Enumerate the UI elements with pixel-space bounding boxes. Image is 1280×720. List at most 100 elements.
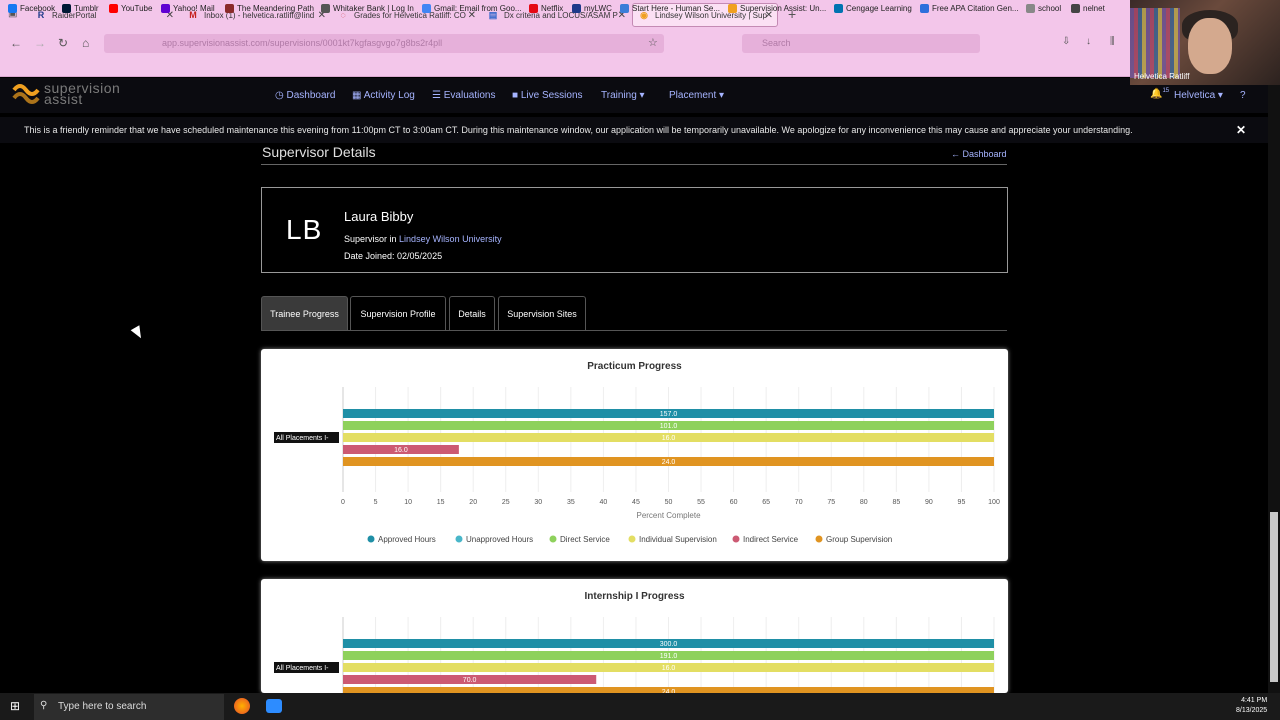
library-icon[interactable]: ⫼ [1110,36,1115,47]
bookmark-item[interactable]: Tumblr [62,4,99,13]
x-tick-label: 85 [892,499,900,506]
url-input[interactable]: app.supervisionassist.com/supervisions/0… [104,34,664,53]
bookmark-item[interactable]: myLWC [572,4,612,13]
nav-training[interactable]: Training ▾ [601,90,645,101]
bar-data-label: 16.0 [394,447,408,454]
supervisor-name: Laura Bibby [344,209,414,224]
legend-marker [455,535,463,543]
bookmark-item[interactable]: Yahoo! Mail [161,4,215,13]
nav-dashboard[interactable]: ◷ Dashboard [275,90,335,101]
divider [261,330,1007,331]
legend-marker [628,535,636,543]
bar-data-label: 24.0 [662,459,676,466]
bookmarks-bar [0,57,1280,77]
x-tick-label: 55 [697,499,705,506]
browser-search-input[interactable]: Search [742,34,980,53]
tab-details[interactable]: Details [449,296,495,331]
webcam-overlay: Helvetica Ratliff [1130,0,1280,85]
bookmark-icon [529,4,538,13]
firefox-icon[interactable] [234,698,250,714]
bookmark-item[interactable]: Free APA Citation Gen... [920,4,1019,13]
taskbar-clock[interactable]: 4:41 PM 8/13/2025 [1236,696,1267,716]
x-tick-label: 70 [795,499,803,506]
taskbar-search-input[interactable]: Type here to search [34,694,224,720]
bookmark-item[interactable]: Gmail: Email from Goo... [422,4,522,13]
legend-label: Direct Service [560,535,610,544]
scrollbar-thumb[interactable] [1270,512,1278,682]
bookmark-icon [920,4,929,13]
bookmark-item[interactable]: Facebook [8,4,55,13]
back-arrow-icon[interactable]: ← [10,36,22,50]
legend-marker [732,535,740,543]
x-tick-label: 75 [827,499,835,506]
dashboard-icon: ◷ [275,90,287,101]
bookmark-folder[interactable]: school [1026,4,1061,13]
x-tick-label: 40 [600,499,608,506]
avatar: LB [286,214,323,245]
x-tick-label: 15 [437,499,445,506]
legend-label: Individual Supervision [639,535,717,544]
bookmark-item[interactable]: Cengage Learning [834,4,912,13]
bookmark-item[interactable]: Whitaker Bank | Log In [321,4,414,13]
download-icon[interactable]: ↓ [1086,36,1091,47]
bookmark-item[interactable]: nelnet [1071,4,1105,13]
forward-arrow-icon[interactable]: → [34,36,46,50]
bookmark-item[interactable]: Netflix [529,4,563,13]
university-link[interactable]: Lindsey Wilson University [399,234,502,244]
bookmark-icon [1071,4,1080,13]
reload-icon[interactable]: ↻ [58,36,68,50]
bookmark-star-icon[interactable]: ☆ [648,36,658,49]
x-tick-label: 30 [534,499,542,506]
app-logo[interactable]: supervision assist [12,81,120,106]
bookmark-icon [572,4,581,13]
practicum-progress-card: Practicum Progress 157.0 101.0 16.0 16.0 24.… [261,349,1008,561]
close-icon[interactable]: ✕ [1236,123,1246,137]
list-icon: ☰ [432,90,444,101]
bookmark-item[interactable]: YouTube [109,4,152,13]
bar-data-label: 101.0 [660,423,678,430]
nav-live-sessions[interactable]: ■ Live Sessions [512,90,583,101]
logo-mark-icon [12,84,40,104]
x-tick-label: 100 [988,499,1000,506]
search-icon: ⚲ [40,700,48,711]
help-icon[interactable]: ? [1240,90,1246,101]
bookmark-item[interactable]: The Meandering Path [225,4,314,13]
category-label: All Placements I- [276,665,329,672]
bookmark-icon [321,4,330,13]
internship-progress-card: Internship I Progress 300.0 191.0 16.0 70.0… [261,579,1008,693]
bookmark-icon [422,4,431,13]
legend-marker [815,535,823,543]
page-title: Supervisor Details [262,144,376,160]
x-tick-label: 50 [665,499,673,506]
x-tick-label: 20 [469,499,477,506]
user-menu[interactable]: Helvetica ▾ [1174,90,1223,101]
maintenance-banner: This is a friendly reminder that we have… [0,117,1268,143]
nav-activity-log[interactable]: ▦ Activity Log [352,90,415,101]
bookmark-item[interactable]: Start Here - Human Se... [620,4,720,13]
x-tick-label: 45 [632,499,640,506]
video-icon: ■ [512,90,521,101]
nav-evaluations[interactable]: ☰ Evaluations [432,90,495,101]
back-to-dashboard-link[interactable]: ← Dashboard [951,149,1007,159]
windows-start-icon[interactable]: ⊞ [10,699,20,713]
tab-supervision-profile[interactable]: Supervision Profile [350,296,446,331]
bookmark-item[interactable]: Supervision Assist: Un... [728,4,826,13]
notification-bell-icon[interactable]: 🔔15 [1150,88,1169,99]
x-tick-label: 5 [374,499,378,506]
zoom-icon[interactable] [266,699,282,713]
legend-marker [367,535,375,543]
legend-label: Group Supervision [826,535,892,544]
mouse-cursor-icon [130,325,146,341]
tab-supervision-sites[interactable]: Supervision Sites [498,296,586,331]
bookmark-icon [620,4,629,13]
bookmark-icon [109,4,118,13]
legend-marker [549,535,557,543]
x-tick-label: 95 [958,499,966,506]
home-icon[interactable]: ⌂ [82,36,89,50]
tab-trainee-progress[interactable]: Trainee Progress [261,296,348,331]
save-pocket-icon[interactable]: ⇩ [1062,36,1070,47]
nav-placement[interactable]: Placement ▾ [669,90,724,101]
bar-data-label: 300.0 [660,641,678,648]
category-label: All Placements I- [276,435,329,442]
x-axis-label: Percent Complete [636,511,701,520]
